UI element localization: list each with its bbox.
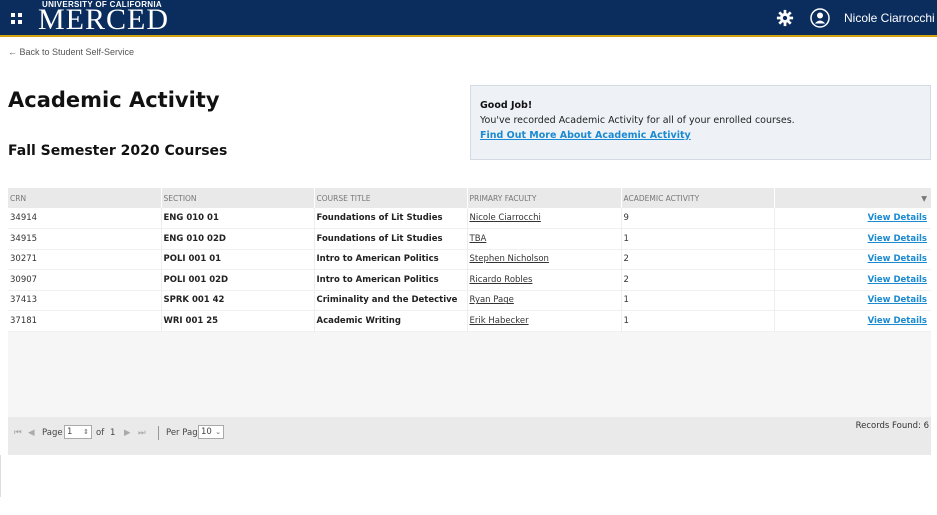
faculty-link[interactable]: Nicole Ciarrocchi xyxy=(470,213,541,223)
success-notice: Good Job! You've recorded Academic Activ… xyxy=(470,85,931,160)
user-icon[interactable] xyxy=(810,8,830,28)
cell-crn: 30271 xyxy=(8,249,162,270)
cell-activity: 1 xyxy=(621,228,775,249)
term-title: Fall Semester 2020 Courses xyxy=(8,143,228,159)
faculty-link[interactable]: Ryan Page xyxy=(470,295,514,305)
cell-course-title: Academic Writing xyxy=(314,310,468,331)
cell-faculty: TBA xyxy=(467,228,622,249)
table-row: 30271 POLI 001 01 Intro to American Poli… xyxy=(8,249,931,270)
next-page-icon[interactable]: ▶ xyxy=(124,428,131,438)
logo-merced-text: MERCED xyxy=(38,3,170,36)
cell-activity: 2 xyxy=(621,269,775,290)
cell-action: View Details xyxy=(774,229,931,250)
top-bar: UNIVERSITY OF CALIFORNIA MERCED Nicole C… xyxy=(0,0,937,37)
table-header-row: CRN SECTION COURSE TITLE PRIMARY FACULTY… xyxy=(8,188,931,208)
cell-course-title: Intro to American Politics xyxy=(314,269,468,290)
cell-action: View Details xyxy=(774,311,931,332)
find-out-more-link[interactable]: Find Out More About Academic Activity xyxy=(480,128,921,143)
records-found: Records Found: 6 xyxy=(855,421,929,431)
cell-section: ENG 010 02D xyxy=(161,228,315,249)
cell-course-title: Foundations of Lit Studies xyxy=(314,208,468,229)
per-page-value: 10 xyxy=(201,427,212,437)
cell-action: View Details xyxy=(774,208,931,229)
faculty-link[interactable]: Ricardo Robles xyxy=(470,275,533,285)
cell-activity: 9 xyxy=(621,208,775,229)
table-row: 34915 ENG 010 02D Foundations of Lit Stu… xyxy=(8,228,931,250)
last-page-icon[interactable]: ⏭ xyxy=(138,428,146,438)
pager-divider xyxy=(158,426,159,440)
total-pages: 1 xyxy=(110,428,116,438)
cell-crn: 37181 xyxy=(8,310,162,331)
cell-course-title: Criminality and the Detective xyxy=(314,290,468,311)
courses-grid: CRN SECTION COURSE TITLE PRIMARY FACULTY… xyxy=(8,188,931,455)
cell-activity: 1 xyxy=(621,290,775,311)
page-divider xyxy=(0,455,1,497)
page-number-value: 1 xyxy=(67,427,73,437)
view-details-link[interactable]: View Details xyxy=(868,254,927,264)
cell-course-title: Foundations of Lit Studies xyxy=(314,228,468,249)
cell-section: ENG 010 01 xyxy=(161,208,315,229)
cell-section: SPRK 001 42 xyxy=(161,290,315,311)
cell-crn: 37413 xyxy=(8,290,162,311)
faculty-link[interactable]: Erik Habecker xyxy=(470,316,529,326)
cell-activity: 1 xyxy=(621,310,775,331)
cell-faculty: Ryan Page xyxy=(467,290,622,311)
view-details-link[interactable]: View Details xyxy=(868,295,927,305)
table-row: 37181 WRI 001 25 Academic Writing Erik H… xyxy=(8,310,931,332)
cell-crn: 34914 xyxy=(8,208,162,229)
column-header-primary-faculty[interactable]: PRIMARY FACULTY xyxy=(467,188,622,208)
page-number-stepper[interactable]: 1 ⇕ xyxy=(64,425,92,439)
table-row: 34914 ENG 010 01 Foundations of Lit Stud… xyxy=(8,208,931,229)
menu-grid-icon[interactable] xyxy=(10,12,24,26)
faculty-link[interactable]: TBA xyxy=(470,234,487,244)
cell-crn: 34915 xyxy=(8,228,162,249)
cell-section: WRI 001 25 xyxy=(161,310,315,331)
of-label: of xyxy=(96,428,105,438)
cell-crn: 30907 xyxy=(8,269,162,290)
per-page-select[interactable]: 10 ⌄ xyxy=(198,425,224,439)
view-details-link[interactable]: View Details xyxy=(868,213,927,223)
view-details-link[interactable]: View Details xyxy=(868,234,927,244)
cell-faculty: Erik Habecker xyxy=(467,310,622,331)
view-details-link[interactable]: View Details xyxy=(868,316,927,326)
cell-section: POLI 001 02D xyxy=(161,269,315,290)
cell-action: View Details xyxy=(774,249,931,270)
faculty-link[interactable]: Stephen Nicholson xyxy=(470,254,549,264)
column-menu-icon[interactable]: ▼ xyxy=(774,188,931,208)
pager: ⏮ ◀ Page 1 ⇕ of 1 ▶ ⏭ Per Page 10 ⌄ Reco… xyxy=(8,417,931,455)
page-label: Page xyxy=(42,428,63,438)
cell-course-title: Intro to American Politics xyxy=(314,249,468,270)
gear-icon[interactable] xyxy=(776,9,794,27)
table-row: 37413 SPRK 001 42 Criminality and the De… xyxy=(8,290,931,311)
column-header-academic-activity[interactable]: ACADEMIC ACTIVITY xyxy=(621,188,775,208)
cell-action: View Details xyxy=(774,270,931,291)
notice-title: Good Job! xyxy=(480,100,533,111)
table-row: 30907 POLI 001 02D Intro to American Pol… xyxy=(8,269,931,291)
view-details-link[interactable]: View Details xyxy=(868,275,927,285)
back-to-self-service-link[interactable]: ← Back to Student Self-Service xyxy=(8,47,134,57)
cell-section: POLI 001 01 xyxy=(161,249,315,270)
courses-table: CRN SECTION COURSE TITLE PRIMARY FACULTY… xyxy=(8,188,931,332)
column-header-course-title[interactable]: COURSE TITLE xyxy=(314,188,468,208)
user-name[interactable]: Nicole Ciarrocchi xyxy=(844,11,935,25)
cell-action: View Details xyxy=(774,290,931,311)
cell-faculty: Stephen Nicholson xyxy=(467,249,622,270)
page-title: Academic Activity xyxy=(8,88,220,112)
cell-activity: 2 xyxy=(621,249,775,270)
column-header-crn[interactable]: CRN xyxy=(8,188,162,208)
column-header-section[interactable]: SECTION xyxy=(161,188,315,208)
previous-page-icon[interactable]: ◀ xyxy=(28,428,35,438)
stepper-arrows-icon[interactable]: ⇕ xyxy=(83,426,89,438)
chevron-down-icon: ⌄ xyxy=(215,428,221,436)
notice-message: You've recorded Academic Activity for al… xyxy=(480,115,795,126)
cell-faculty: Nicole Ciarrocchi xyxy=(467,208,622,229)
cell-faculty: Ricardo Robles xyxy=(467,269,622,290)
first-page-icon[interactable]: ⏮ xyxy=(14,428,22,438)
